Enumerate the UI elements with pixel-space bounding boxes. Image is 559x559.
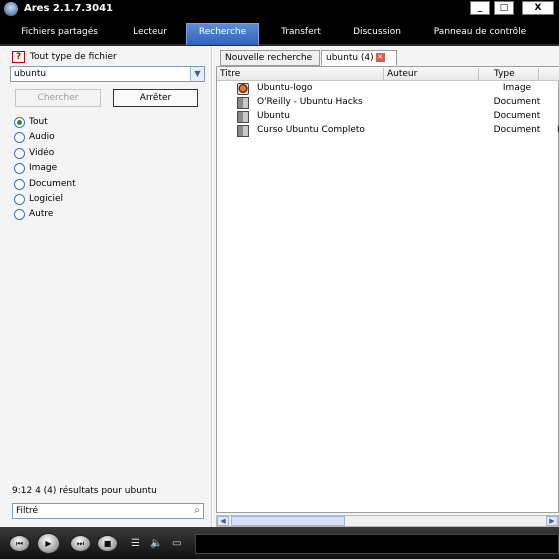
radio-dot — [14, 163, 25, 174]
search-input[interactable]: ubuntu ▼ — [10, 66, 205, 82]
close-tab-icon[interactable]: ✕ — [375, 53, 385, 62]
radio-audio[interactable]: Audio — [14, 132, 124, 144]
tab-lecteur[interactable]: Lecteur — [124, 24, 176, 46]
results-table: Titre Auteur Type Ubuntu-logo Image O'Re… — [216, 66, 559, 513]
playlist-icon[interactable]: ☰ — [131, 538, 140, 549]
filter-input[interactable]: Filtré ⌕ — [12, 503, 204, 519]
stop-button[interactable]: Arrêter — [113, 89, 198, 107]
title-bar: Ares 2.1.7.3041 _ □ X — [0, 0, 559, 18]
scroll-thumb[interactable] — [231, 516, 345, 526]
radio-dot — [14, 209, 25, 220]
result-title: Ubuntu — [257, 111, 290, 121]
result-title: Curso Ubuntu Completo — [257, 125, 365, 135]
book-icon — [237, 125, 249, 137]
help-icon[interactable]: ? — [12, 51, 25, 63]
radio-dot — [14, 194, 25, 205]
radio-tout[interactable]: Tout — [14, 117, 124, 129]
volume-icon[interactable]: 🔈 — [150, 538, 162, 549]
file-type-label[interactable]: Tout type de fichier — [30, 52, 117, 62]
close-button[interactable]: X — [522, 1, 554, 15]
tab-discussion[interactable]: Discussion — [346, 24, 408, 46]
radio-video[interactable]: Vidéo — [14, 148, 124, 160]
next-button[interactable]: ⏭ — [70, 535, 91, 552]
table-header: Titre Auteur Type — [217, 67, 559, 81]
search-button[interactable]: Chercher — [15, 89, 101, 107]
ares-logo-icon — [4, 2, 18, 16]
radio-logiciel[interactable]: Logiciel — [14, 194, 124, 206]
result-type: Image — [502, 83, 532, 93]
player-bar: ⏮ ▶ ⏭ ■ ☰ 🔈 ▭ — [0, 527, 559, 559]
window-title: Ares 2.1.7.3041 — [24, 3, 113, 14]
tab-new-search[interactable]: Nouvelle recherche — [220, 50, 320, 66]
player-display — [195, 534, 559, 554]
column-author[interactable]: Auteur — [384, 68, 479, 81]
radio-label: Vidéo — [29, 148, 55, 158]
radio-label: Document — [29, 179, 76, 189]
book-icon — [237, 111, 249, 123]
previous-button[interactable]: ⏮ — [9, 535, 30, 552]
scroll-right-icon[interactable]: ▶ — [546, 516, 558, 526]
radio-dot — [14, 148, 25, 159]
maximize-button[interactable]: □ — [494, 1, 514, 15]
result-title: Ubuntu-logo — [257, 83, 313, 93]
results-status: 9:12 4 (4) résultats pour ubuntu — [12, 486, 157, 496]
search-input-value: ubuntu — [14, 69, 47, 79]
radio-label: Tout — [29, 117, 48, 127]
tab-search-results-label: ubuntu (4) — [326, 53, 374, 63]
radio-dot — [14, 132, 25, 143]
stop-playback-button[interactable]: ■ — [97, 535, 118, 552]
radio-autre[interactable]: Autre — [14, 209, 124, 221]
tab-fichiers-partages[interactable]: Fichiers partagés — [12, 24, 107, 46]
result-title: O'Reilly - Ubuntu Hacks — [257, 97, 363, 107]
radio-document[interactable]: Document — [14, 179, 124, 191]
radio-label: Autre — [29, 209, 54, 219]
book-icon — [237, 97, 249, 109]
tab-transfert[interactable]: Transfert — [272, 24, 330, 46]
column-type[interactable]: Type — [479, 68, 539, 81]
search-panel: ? Tout type de fichier ubuntu ▼ Chercher… — [0, 46, 212, 527]
radio-dot — [14, 179, 25, 190]
column-title[interactable]: Titre — [217, 68, 384, 81]
minimize-button[interactable]: _ — [470, 1, 490, 15]
radio-label: Logiciel — [29, 194, 64, 204]
horizontal-scrollbar[interactable]: ◀ ▶ — [216, 515, 559, 527]
main-nav: Fichiers partagés Lecteur Recherche Tran… — [0, 18, 559, 46]
screen-icon[interactable]: ▭ — [172, 538, 181, 549]
tab-search-results[interactable]: ubuntu (4) ✕ — [321, 50, 397, 66]
result-type: Document — [493, 125, 541, 135]
radio-image[interactable]: Image — [14, 163, 124, 175]
chevron-down-icon[interactable]: ▼ — [190, 67, 204, 81]
search-icon[interactable]: ⌕ — [194, 505, 200, 516]
radio-label: Image — [29, 163, 58, 173]
tab-recherche[interactable]: Recherche — [186, 23, 259, 45]
play-button[interactable]: ▶ — [37, 533, 60, 554]
result-type: Document — [493, 97, 541, 107]
table-row[interactable]: Ubuntu Document — [217, 110, 559, 124]
image-file-icon — [237, 83, 249, 95]
tab-panneau-de-controle[interactable]: Panneau de contrôle — [425, 24, 535, 46]
results-panel: Nouvelle recherche ubuntu (4) ✕ Titre Aut… — [213, 46, 559, 527]
table-row[interactable]: Curso Ubuntu Completo Document I — [217, 124, 559, 138]
radio-dot — [14, 117, 25, 128]
filter-input-value: Filtré — [16, 506, 39, 516]
scroll-left-icon[interactable]: ◀ — [217, 516, 229, 526]
radio-label: Audio — [29, 132, 55, 142]
table-row[interactable]: O'Reilly - Ubuntu Hacks Document — [217, 96, 559, 110]
table-row[interactable]: Ubuntu-logo Image — [217, 82, 559, 96]
result-type: Document — [493, 111, 541, 121]
